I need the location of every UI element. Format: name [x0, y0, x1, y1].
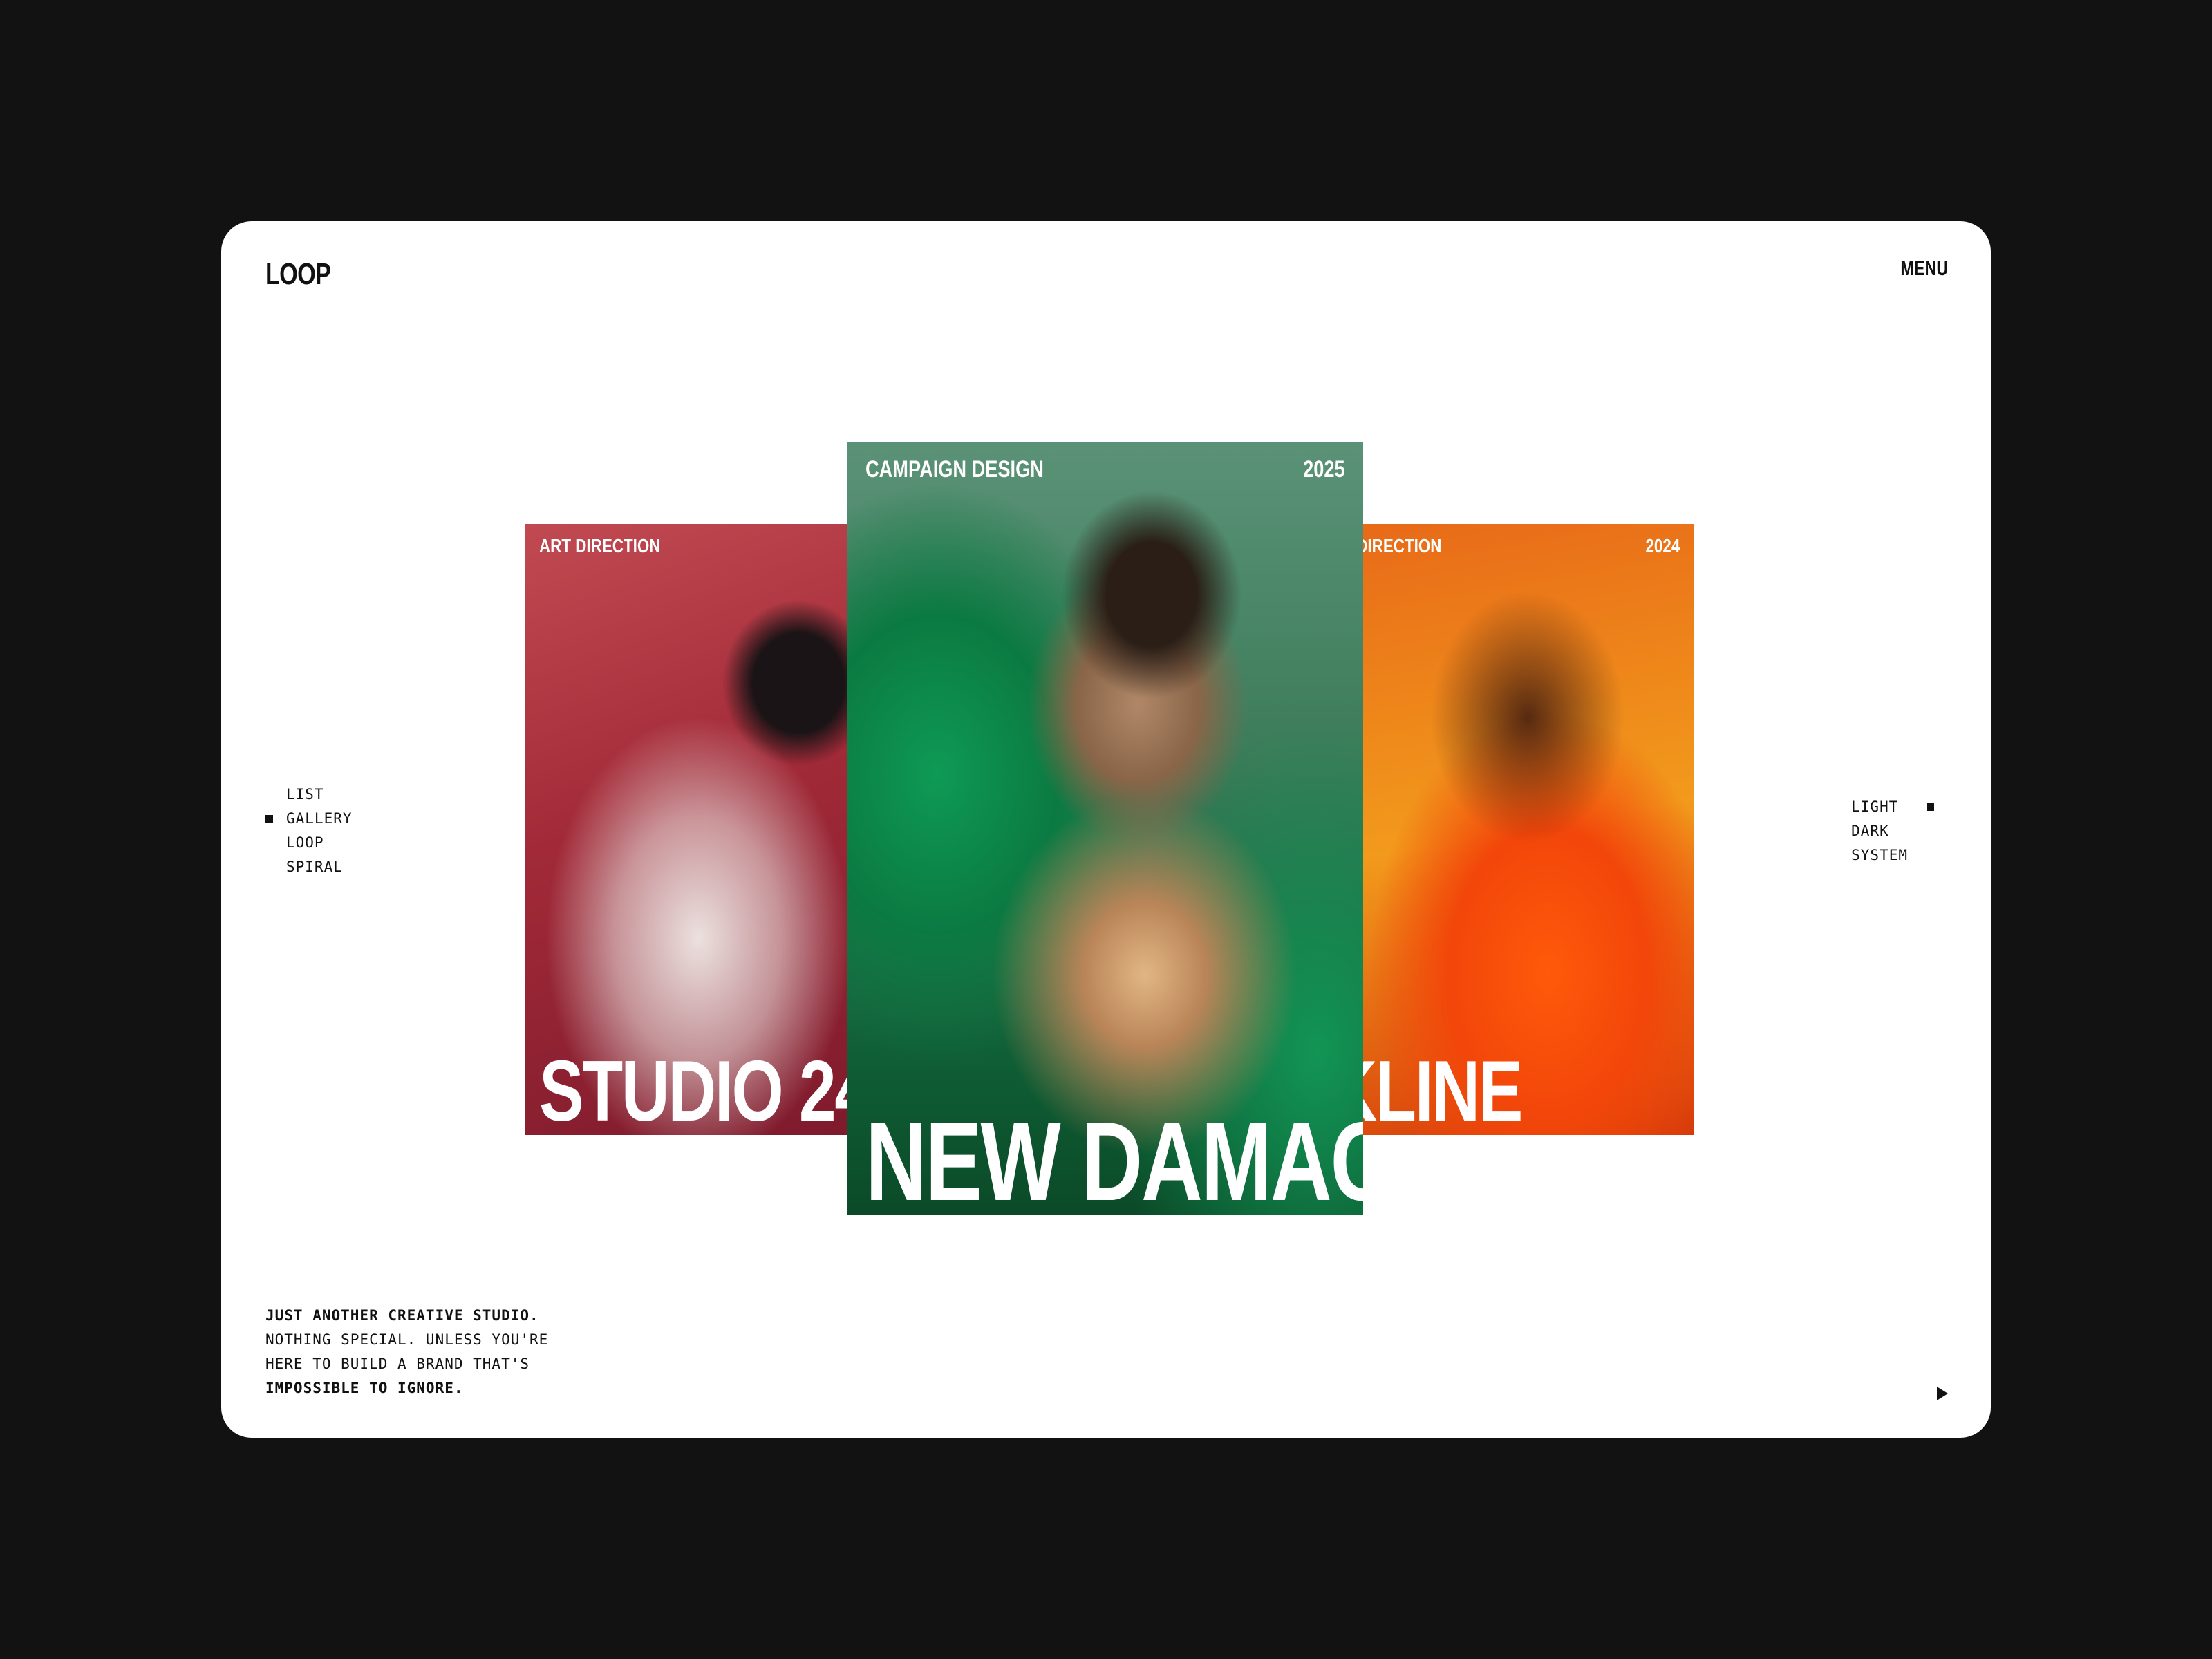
- menu-button[interactable]: MENU: [1900, 257, 1948, 281]
- view-option-gallery[interactable]: GALLERY: [265, 807, 353, 831]
- view-option-list[interactable]: LIST: [286, 782, 353, 807]
- project-card-studio-24[interactable]: ART DIRECTION STUDIO 24: [525, 524, 871, 1135]
- card-category: ART DIRECTION: [539, 535, 661, 556]
- tagline-line: IMPOSSIBLE TO IGNORE.: [265, 1380, 464, 1396]
- card-year: 2024: [1645, 535, 1680, 556]
- tagline-line: JUST ANOTHER CREATIVE STUDIO.: [265, 1307, 539, 1324]
- card-category: CAMPAIGN DESIGN: [865, 456, 1044, 482]
- card-title: STUDIO 24: [539, 1044, 871, 1135]
- theme-option-dark[interactable]: DARK: [1851, 819, 1908, 843]
- view-option-spiral[interactable]: SPIRAL: [286, 855, 353, 879]
- card-title: NEW DAMAGE: [865, 1099, 1363, 1215]
- project-card-new-damage[interactable]: CAMPAIGN DESIGN 2025 NEW DAMAGE: [847, 442, 1363, 1215]
- project-card-backline[interactable]: ART DIRECTION 2024 BACKLINE: [1348, 524, 1694, 1135]
- studio-tagline: JUST ANOTHER CREATIVE STUDIO. NOTHING SP…: [265, 1304, 548, 1400]
- theme-option-system[interactable]: SYSTEM: [1851, 843, 1908, 868]
- card-year: 2025: [1303, 456, 1345, 482]
- theme-mode-list: LIGHT DARK SYSTEM: [1851, 795, 1934, 868]
- theme-option-light[interactable]: LIGHT: [1851, 795, 1934, 819]
- brand-logo[interactable]: LOOP: [265, 257, 331, 292]
- app-window: LOOP MENU LIST GALLERY LOOP SPIRAL LIGHT…: [221, 221, 1991, 1438]
- view-mode-list: LIST GALLERY LOOP SPIRAL: [265, 782, 353, 879]
- tagline-line: NOTHING SPECIAL. UNLESS YOU'RE: [265, 1331, 549, 1348]
- tagline-line: HERE TO BUILD A BRAND THAT'S: [265, 1356, 530, 1372]
- view-option-loop[interactable]: LOOP: [286, 831, 353, 855]
- card-title: BACKLINE: [1348, 1044, 1523, 1135]
- play-icon[interactable]: [1937, 1387, 1948, 1400]
